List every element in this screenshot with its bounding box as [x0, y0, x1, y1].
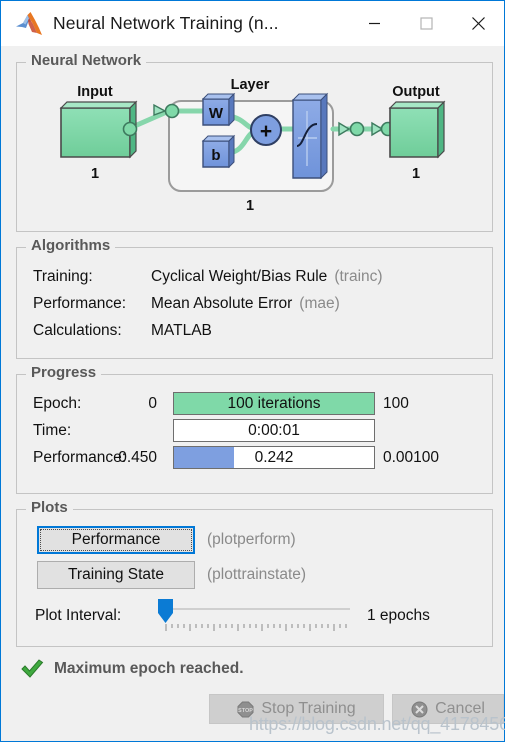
epoch-progress-bar: 100 iterations: [173, 392, 375, 415]
performance-function: (mae): [299, 295, 340, 312]
training-status: Maximum epoch reached.: [20, 658, 244, 680]
plot-interval-value: 1 epochs: [367, 607, 430, 624]
maximize-icon: [419, 17, 433, 30]
performance-plot-label: Performance: [71, 531, 161, 548]
svg-text:Input: Input: [77, 84, 113, 100]
output-block: [388, 100, 446, 159]
progress-group-title: Progress: [26, 364, 102, 381]
slider-ticks: [165, 624, 347, 631]
algorithms-group: Algorithms Training: Cyclical Weight/Bias…: [16, 237, 493, 359]
svg-text:W: W: [209, 105, 224, 122]
training-state-plot-label: Training State: [68, 566, 164, 583]
close-button[interactable]: [452, 1, 504, 46]
perf-min-value: 0.450: [118, 449, 157, 466]
slider-thumb[interactable]: [157, 598, 174, 624]
performance-plot-button[interactable]: Performance: [37, 526, 195, 554]
close-icon: [471, 17, 485, 30]
bias-block: b: [201, 134, 236, 169]
stop-training-label: Stop Training: [261, 700, 356, 717]
summation-node: +: [250, 114, 282, 146]
svg-text:1: 1: [246, 198, 254, 214]
svg-text:+: +: [260, 120, 272, 143]
perf-bar-text: 0.242: [254, 448, 294, 466]
algorithm-row-training: Training: Cyclical Weight/Bias Rule (train…: [33, 268, 383, 286]
algorithm-row-performance: Performance: Mean Absolute Error (mae): [33, 295, 340, 313]
svg-text:Layer: Layer: [231, 77, 270, 93]
green-check-icon: [21, 659, 44, 678]
calculations-value: MATLAB: [151, 322, 212, 339]
weight-block: W: [201, 92, 236, 127]
minimize-button[interactable]: [348, 1, 400, 46]
algorithm-row-calculations: Calculations: MATLAB: [33, 322, 212, 340]
network-diagram: Input 1 W b + Layer 1 Output 1: [59, 77, 446, 214]
performance-label: Performance:: [33, 295, 127, 312]
window-title: Neural Network Training (n...: [53, 13, 279, 33]
cancel-label: Cancel: [435, 700, 485, 717]
svg-text:Output: Output: [392, 84, 440, 100]
slider-thumb-icon: [158, 599, 173, 623]
title-bar: Neural Network Training (n...: [1, 1, 504, 46]
neural-network-training-window: Neural Network Training (n... Neural Net…: [0, 0, 505, 742]
progress-row-performance: Performance: 0.450 0.242 0.00100: [17, 446, 492, 470]
cancel-button[interactable]: Cancel: [392, 694, 504, 724]
time-label: Time:: [33, 422, 72, 439]
status-message: Maximum epoch reached.: [54, 660, 244, 677]
svg-text:STOP: STOP: [238, 708, 253, 714]
svg-text:1: 1: [91, 166, 99, 182]
stop-training-button[interactable]: STOP Stop Training: [209, 694, 384, 724]
svg-text:b: b: [211, 147, 220, 164]
time-bar-text: 0:00:01: [248, 421, 300, 439]
perf-progress-bar: 0.242: [173, 446, 375, 469]
performance-plot-function: (plotperform): [207, 531, 296, 548]
training-function: (trainc): [334, 268, 383, 285]
calculations-label: Calculations:: [33, 322, 122, 339]
neural-network-group-title: Neural Network: [26, 52, 147, 69]
time-progress-bar: 0:00:01: [173, 419, 375, 442]
epoch-max-value: 100: [383, 395, 409, 412]
window-controls: [348, 1, 504, 46]
progress-row-time: Time: 0:00:01: [17, 419, 492, 443]
epoch-min-value: 0: [148, 395, 157, 412]
performance-value: Mean Absolute Error: [151, 295, 293, 312]
training-label: Training:: [33, 268, 93, 285]
window-body: Neural Network Input 1 W b + Layer 1 Out…: [2, 46, 505, 740]
progress-group: Progress Epoch: 0 100 iterations 100 Tim…: [16, 364, 493, 494]
plots-group: Plots Performance (plotperform) Training…: [16, 499, 493, 647]
progress-row-epoch: Epoch: 0 100 iterations 100: [17, 392, 492, 416]
maximize-button[interactable]: [400, 1, 452, 46]
minimize-icon: [368, 22, 380, 25]
matlab-membrane-icon: [16, 11, 42, 35]
transfer-function-block: [291, 92, 329, 180]
training-value: Cyclical Weight/Bias Rule: [151, 268, 328, 285]
neural-network-group: Neural Network Input 1 W b + Layer 1 Out…: [16, 52, 493, 232]
svg-text:1: 1: [412, 166, 420, 182]
epoch-bar-text: 100 iterations: [227, 394, 321, 412]
perf-max-value: 0.00100: [383, 449, 440, 466]
slider-track: [165, 608, 350, 610]
plots-group-title: Plots: [26, 499, 73, 516]
training-state-plot-button[interactable]: Training State: [37, 561, 195, 589]
algorithms-group-title: Algorithms: [26, 237, 116, 254]
stop-sign-icon: STOP: [237, 701, 254, 718]
cancel-circle-icon: [411, 701, 428, 718]
training-state-plot-function: (plottrainstate): [207, 566, 307, 583]
